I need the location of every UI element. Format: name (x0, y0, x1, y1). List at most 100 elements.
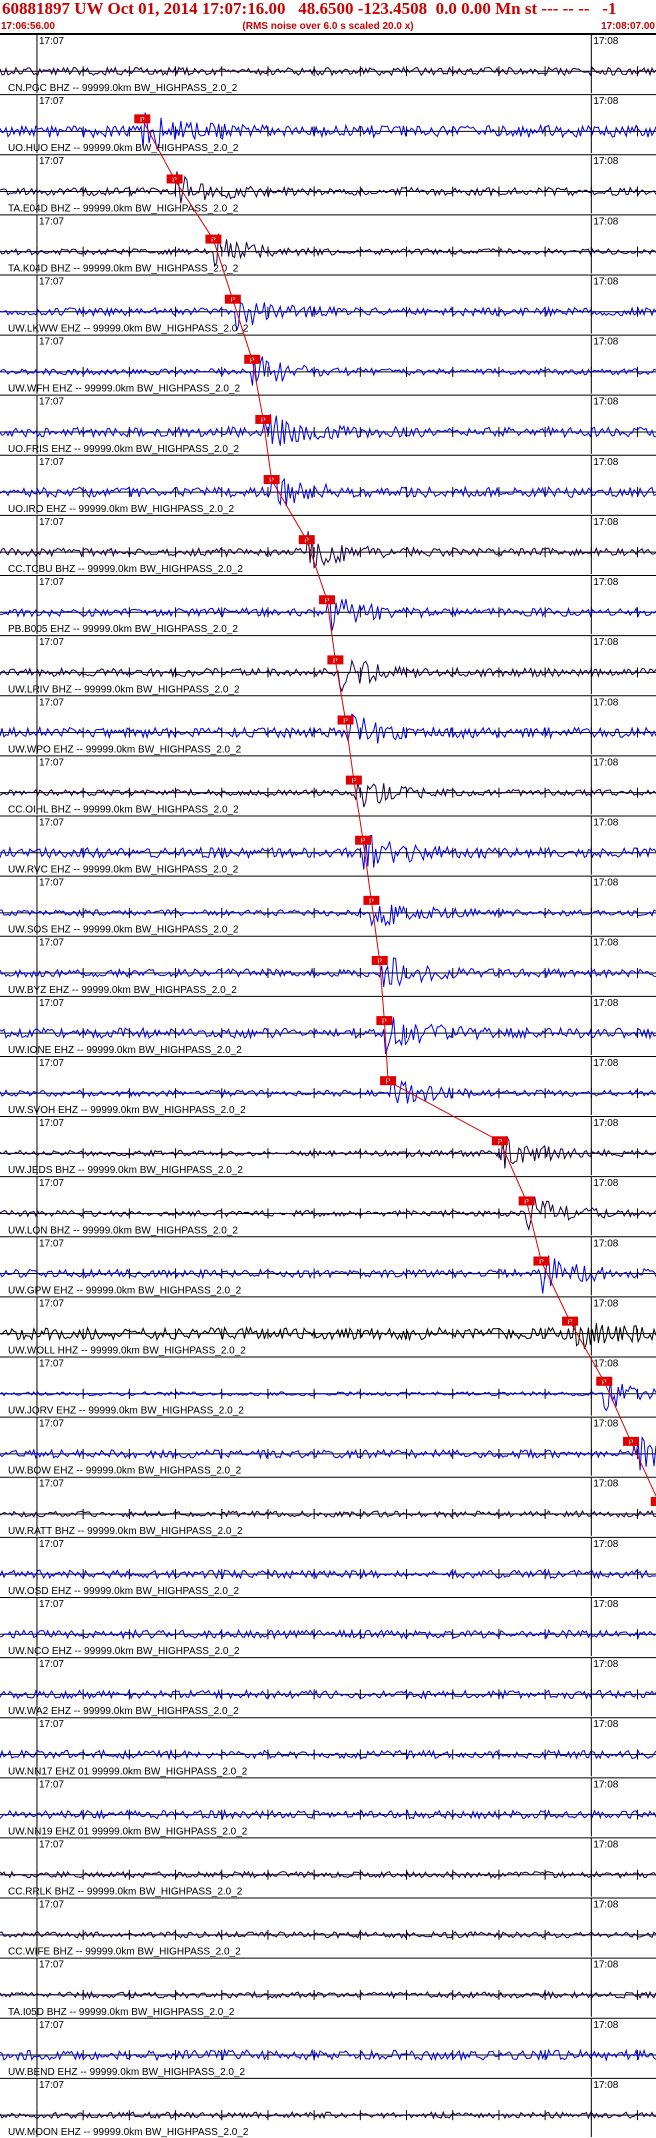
station-label: UW.RVC EHZ -- 99999.0km BW_HIGHPASS_2.0_… (8, 865, 239, 876)
minute-tick-label: 17:08 (593, 1539, 618, 1550)
minute-tick-label: 17:08 (593, 2020, 618, 2031)
station-trace: 17:07 17:08 UW.WA2 EHZ -- 99999.0km BW_HIG… (0, 1657, 656, 1717)
station-trace: 17:07 17:08 UW.RVC EHZ -- 99999.0km BW_HIG… (0, 815, 656, 876)
station-trace: 17:07 17:08 UW.BYZ EHZ -- 99999.0km BW_HIG… (0, 935, 656, 996)
waveform (0, 782, 656, 808)
minute-tick-label: 17:08 (593, 577, 618, 588)
minute-tick-label: 17:07 (39, 1659, 64, 1670)
minute-tick-label: 17:08 (593, 817, 618, 828)
minute-tick-label: 17:07 (39, 998, 64, 1009)
station-trace: 17:07 17:08 UW.NCO EHZ -- 99999.0km BW_HIG… (0, 1596, 656, 1657)
minute-tick-label: 17:07 (39, 216, 64, 227)
pick-marker (650, 1496, 656, 1506)
station-label: UW.WFH EHZ -- 99999.0km BW_HIGHPASS_2.0_… (8, 384, 241, 395)
station-label: UW.LRIV BHZ -- 99999.0km BW_HIGHPASS_2.0… (8, 684, 240, 695)
minute-tick-label: 17:07 (39, 938, 64, 949)
minute-tick-label: 17:08 (593, 1058, 618, 1069)
station-label: UW.JEDS BHZ -- 99999.0km BW_HIGHPASS_2.0… (8, 1165, 243, 1176)
station-trace: 17:07 17:08 UO.HUO EHZ -- 99999.0km BW_HIG… (0, 94, 656, 154)
station-trace: 17:07 17:08 UW.JEDS BHZ -- 99999.0km BW_HI… (0, 1116, 656, 1176)
station-trace: 17:07 17:08 UW.RATT BHZ -- 99999.0km BW_HI… (0, 1476, 656, 1537)
waveform (0, 171, 656, 204)
waveform (0, 414, 656, 446)
station-trace: 17:07 17:08 CC.RRLK BHZ -- 99999.0km BW_HI… (0, 1837, 656, 1898)
minute-tick-label: 17:08 (593, 1599, 618, 1610)
station-label: CC.WIFE BHZ -- 99999.0km BW_HIGHPASS_2.0… (8, 1947, 241, 1958)
waveform (0, 957, 656, 987)
station-label: UW.BYZ EHZ -- 99999.0km BW_HIGHPASS_2.0_… (8, 985, 237, 996)
minute-tick-label: 17:07 (39, 2080, 64, 2091)
station-label: UW.GPW EHZ -- 99999.0km BW_HIGHPASS_2.0_… (8, 1285, 242, 1296)
station-trace: 17:07 17:08 UW.WOLL HHZ -- 99999.0km BW_HI… (0, 1296, 656, 1357)
minute-tick-label: 17:08 (593, 878, 618, 889)
station-label: UO.IRO EHZ -- 99999.0km BW_HIGHPASS_2.0_… (8, 504, 234, 515)
minute-tick-label: 17:08 (593, 1719, 618, 1730)
minute-tick-label: 17:08 (593, 36, 618, 47)
minute-tick-label: 17:07 (39, 156, 64, 167)
minute-tick-label: 17:08 (593, 1238, 618, 1249)
station-trace: 17:07 17:08 TA.E04D BHZ -- 99999.0km BW_HI… (0, 154, 656, 214)
minute-tick-label: 17:07 (39, 1178, 64, 1189)
minute-tick-label: 17:08 (593, 1839, 618, 1850)
minute-tick-label: 17:08 (593, 1900, 618, 1911)
minute-tick-label: 17:07 (39, 1298, 64, 1309)
minute-tick-label: 17:07 (39, 1839, 64, 1850)
minute-tick-label: 17:07 (39, 1359, 64, 1370)
station-label: UW.LKWW EHZ -- 99999.0km BW_HIGHPASS_2.0… (8, 324, 249, 335)
station-trace: 17:07 17:08 CN.PGC BHZ -- 99999.0km BW_HIG… (0, 34, 656, 94)
minute-tick-label: 17:08 (593, 337, 618, 348)
minute-tick-label: 17:08 (593, 1298, 618, 1309)
station-trace: 17:07 17:08 UW.WPO EHZ -- 99999.0km BW_HIG… (0, 695, 656, 755)
minute-tick-label: 17:08 (593, 1779, 618, 1790)
station-label: UW.NN17 EHZ 01 99999.0km BW_HIGHPASS_2.0… (8, 1766, 248, 1777)
minute-tick-label: 17:08 (593, 1479, 618, 1490)
station-trace: 17:07 17:08 TA.K04D BHZ -- 99999.0km BW_HI… (0, 214, 656, 274)
minute-tick-label: 17:07 (39, 36, 64, 47)
station-trace: 17:07 17:08 UW.MOON EHZ -- 99999.0km BW_HI… (0, 2077, 656, 2138)
minute-tick-label: 17:08 (593, 276, 618, 287)
station-label: TA.E04D BHZ -- 99999.0km BW_HIGHPASS_2.0… (8, 203, 239, 214)
minute-tick-label: 17:08 (593, 1419, 618, 1430)
minute-tick-label: 17:07 (39, 1779, 64, 1790)
station-trace: 17:07 17:08 UW.LKWW EHZ -- 99999.0km BW_HI… (0, 274, 656, 335)
station-label: UW.RATT BHZ -- 99999.0km BW_HIGHPASS_2.0… (8, 1526, 243, 1537)
minute-tick-label: 17:07 (39, 1479, 64, 1490)
station-trace: 17:07 17:08 UW.NN19 EHZ 01 99999.0km BW_HI… (0, 1777, 656, 1837)
station-label: UW.JORV EHZ -- 99999.0km BW_HIGHPASS_2.0… (8, 1406, 244, 1417)
minute-tick-label: 17:07 (39, 1900, 64, 1911)
minute-tick-label: 17:08 (593, 757, 618, 768)
minute-tick-label: 17:07 (39, 1238, 64, 1249)
station-label: UW.SOS EHZ -- 99999.0km BW_HIGHPASS_2.0_… (8, 925, 239, 936)
station-label: UW.NCO EHZ -- 99999.0km BW_HIGHPASS_2.0_… (8, 1646, 240, 1657)
minute-tick-label: 17:07 (39, 1118, 64, 1129)
event-title: 60881897 UW Oct 01, 2014 17:07:16.00 48.… (2, 0, 617, 18)
station-trace: 17:07 17:08 CC.WIFE BHZ -- 99999.0km BW_HI… (0, 1897, 656, 1958)
station-label: UW.MOON EHZ -- 99999.0km BW_HIGHPASS_2.0… (8, 2127, 249, 2138)
minute-tick-label: 17:07 (39, 1960, 64, 1971)
minute-tick-label: 17:07 (39, 457, 64, 468)
minute-tick-label: 17:08 (593, 96, 618, 107)
plot-header: 60881897 UW Oct 01, 2014 17:07:16.00 48.… (0, 0, 656, 34)
minute-tick-label: 17:07 (39, 1419, 64, 1430)
station-label: UO.HUO EHZ -- 99999.0km BW_HIGHPASS_2.0_… (8, 143, 239, 154)
station-trace: 17:07 17:08 UW.IONE EHZ -- 99999.0km BW_HI… (0, 995, 656, 1056)
minute-tick-label: 17:07 (39, 337, 64, 348)
minute-tick-label: 17:07 (39, 517, 64, 528)
station-trace: 17:07 17:08 UW.WFH EHZ -- 99999.0km BW_HIG… (0, 334, 656, 395)
station-label: UW.SVOH EHZ -- 99999.0km BW_HIGHPASS_2.0… (8, 1105, 246, 1116)
end-time-label: 17:08:07.00 (601, 21, 655, 32)
station-label: UW.WPO EHZ -- 99999.0km BW_HIGHPASS_2.0_… (8, 744, 242, 755)
waveform (0, 713, 656, 744)
waveform (0, 475, 656, 507)
station-label: UW.LON BHZ -- 99999.0km BW_HIGHPASS_2.0_… (8, 1225, 238, 1236)
station-trace: 17:07 17:08 UW.BOW EHZ -- 99999.0km BW_HIG… (0, 1416, 656, 1477)
waveform (0, 1079, 656, 1104)
minute-tick-label: 17:08 (593, 517, 618, 528)
station-trace: 17:07 17:08 UO.IRO EHZ -- 99999.0km BW_HIG… (0, 454, 656, 515)
station-trace: 17:07 17:08 UW.NN17 EHZ 01 99999.0km BW_HI… (0, 1717, 656, 1777)
station-trace: 17:07 17:08 UW.BEND EHZ -- 99999.0km BW_HI… (0, 2017, 656, 2078)
minute-tick-label: 17:08 (593, 938, 618, 949)
station-label: PB.B005 EHZ -- 99999.0km BW_HIGHPASS_2.0… (8, 624, 238, 635)
waveform (0, 904, 656, 927)
minute-tick-label: 17:07 (39, 577, 64, 588)
